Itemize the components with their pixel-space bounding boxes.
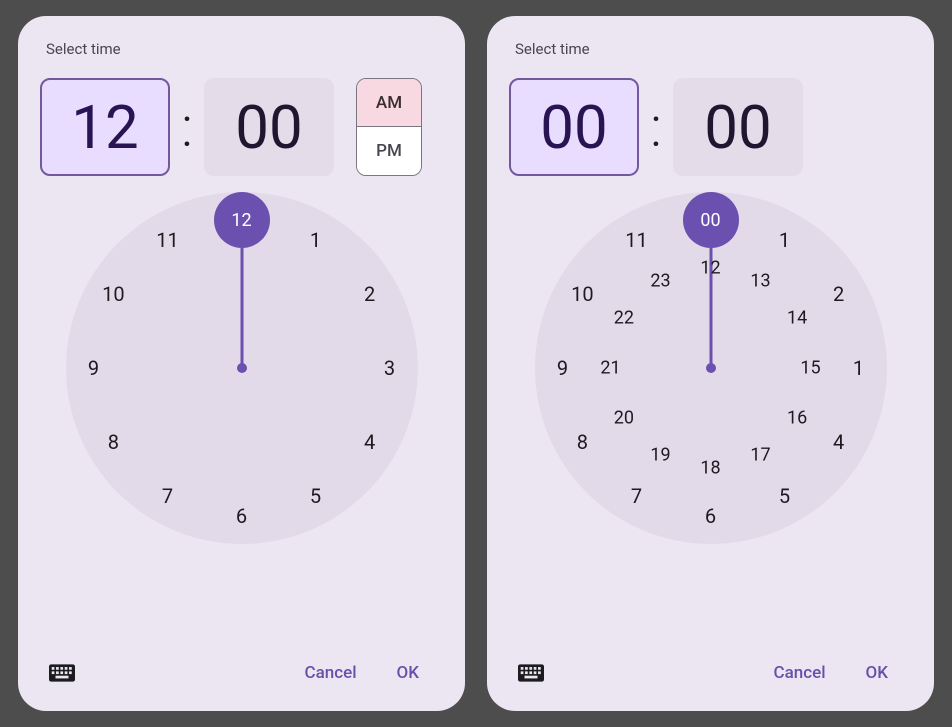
time-picker-24h: Select time 00 : 00 00121456789101112131… <box>487 16 934 711</box>
clock-tick-inner[interactable]: 22 <box>614 308 634 329</box>
time-readout: 00 : 00 <box>509 78 912 176</box>
time-colon: : <box>645 78 667 176</box>
action-bar: Cancel OK <box>509 649 912 697</box>
time-readout: 12 : 00 AM PM <box>40 78 443 176</box>
clock-dial-wrap: 121234567891011 <box>40 192 443 649</box>
clock-tick-outer[interactable]: 4 <box>364 430 375 454</box>
clock-tick-inner[interactable]: 23 <box>650 271 670 292</box>
time-colon: : <box>176 78 198 176</box>
cancel-button[interactable]: Cancel <box>288 655 372 691</box>
clock-tick-outer[interactable]: 2 <box>364 282 375 306</box>
clock-tick-outer[interactable]: 7 <box>162 484 173 508</box>
clock-tick-outer[interactable]: 9 <box>88 356 99 380</box>
clock-tick-inner[interactable]: 14 <box>787 308 807 329</box>
minute-field[interactable]: 00 <box>673 78 803 176</box>
time-picker-12h: Select time 12 : 00 AM PM 12123456789101… <box>18 16 465 711</box>
ok-button[interactable]: OK <box>381 655 435 691</box>
clock-dial[interactable]: 001214567891011121314151617181920212223 <box>535 192 887 544</box>
clock-tick-outer[interactable]: 1 <box>779 228 790 252</box>
clock-tick-outer[interactable]: 5 <box>779 484 790 508</box>
clock-tick-outer[interactable]: 11 <box>625 228 647 252</box>
clock-tick-outer[interactable]: 8 <box>108 430 119 454</box>
clock-tick-outer[interactable]: 2 <box>833 282 844 306</box>
clock-tick-outer[interactable]: 4 <box>833 430 844 454</box>
ampm-toggle: AM PM <box>356 78 422 176</box>
hour-field[interactable]: 00 <box>509 78 639 176</box>
clock-selection-thumb[interactable]: 00 <box>683 192 739 248</box>
clock-tick-inner[interactable]: 20 <box>614 408 634 429</box>
keyboard-icon[interactable] <box>44 655 80 691</box>
clock-tick-outer[interactable]: 5 <box>310 484 321 508</box>
clock-tick-outer[interactable]: 10 <box>102 282 124 306</box>
clock-hand <box>240 248 243 368</box>
picker-title: Select time <box>515 40 906 58</box>
clock-tick-inner[interactable]: 12 <box>700 258 720 279</box>
clock-center-dot <box>706 363 716 373</box>
hour-field[interactable]: 12 <box>40 78 170 176</box>
clock-tick-outer[interactable]: 8 <box>577 430 588 454</box>
clock-tick-outer[interactable]: 6 <box>236 504 247 528</box>
clock-tick-inner[interactable]: 21 <box>600 358 620 379</box>
clock-dial-wrap: 001214567891011121314151617181920212223 <box>509 192 912 649</box>
minute-field[interactable]: 00 <box>204 78 334 176</box>
clock-tick-inner[interactable]: 17 <box>750 444 770 465</box>
action-bar: Cancel OK <box>40 649 443 697</box>
clock-tick-outer[interactable]: 1 <box>853 356 864 380</box>
clock-tick-outer[interactable]: 1 <box>310 228 321 252</box>
ok-button[interactable]: OK <box>850 655 904 691</box>
clock-tick-inner[interactable]: 13 <box>750 271 770 292</box>
clock-tick-outer[interactable]: 3 <box>384 356 395 380</box>
clock-tick-inner[interactable]: 19 <box>650 444 670 465</box>
clock-tick-outer[interactable]: 7 <box>631 484 642 508</box>
picker-title: Select time <box>46 40 437 58</box>
clock-tick-outer[interactable]: 6 <box>705 504 716 528</box>
clock-center-dot <box>237 363 247 373</box>
clock-tick-outer[interactable]: 10 <box>571 282 593 306</box>
clock-tick-inner[interactable]: 16 <box>787 408 807 429</box>
clock-tick-outer[interactable]: 11 <box>156 228 178 252</box>
clock-dial[interactable]: 121234567891011 <box>66 192 418 544</box>
pm-option[interactable]: PM <box>357 127 421 175</box>
am-option[interactable]: AM <box>357 79 421 127</box>
clock-tick-inner[interactable]: 18 <box>700 458 720 479</box>
clock-tick-inner[interactable]: 15 <box>800 358 820 379</box>
clock-selection-thumb[interactable]: 12 <box>214 192 270 248</box>
clock-tick-outer[interactable]: 9 <box>557 356 568 380</box>
keyboard-icon[interactable] <box>513 655 549 691</box>
cancel-button[interactable]: Cancel <box>757 655 841 691</box>
